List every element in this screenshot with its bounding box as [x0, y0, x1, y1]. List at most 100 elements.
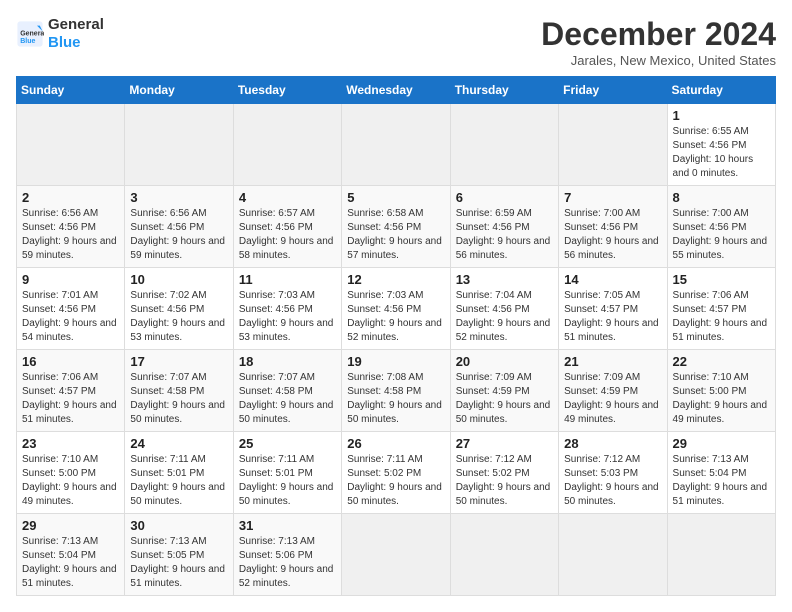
day-info: Sunrise: 7:11 AMSunset: 5:01 PMDaylight:… — [130, 453, 227, 509]
calendar-cell: 27Sunrise: 7:12 AMSunset: 5:02 PMDayligh… — [450, 432, 558, 514]
calendar-cell: 22Sunrise: 7:10 AMSunset: 5:00 PMDayligh… — [667, 350, 775, 432]
calendar-cell — [17, 104, 125, 186]
day-info: Sunrise: 7:04 AMSunset: 4:56 PMDaylight:… — [456, 289, 553, 345]
calendar-cell: 29Sunrise: 7:13 AMSunset: 5:04 PMDayligh… — [17, 514, 125, 596]
calendar-cell: 3Sunrise: 6:56 AMSunset: 4:56 PMDaylight… — [125, 186, 233, 268]
day-number: 10 — [130, 272, 227, 287]
header-saturday: Saturday — [667, 77, 775, 104]
day-number: 25 — [239, 436, 336, 451]
week-row-4: 23 Sunrise: 7:10 AMSunset: 5:00 PMDayligh… — [17, 432, 776, 514]
day-number: 14 — [564, 272, 661, 287]
calendar-cell: 24 Sunrise: 7:11 AMSunset: 5:01 PMDayligh… — [125, 432, 233, 514]
day-number: 6 — [456, 190, 553, 205]
header-sunday: Sunday — [17, 77, 125, 104]
day-number: 30 — [130, 518, 227, 533]
day-number: 16 — [22, 354, 119, 369]
day-number: 8 — [673, 190, 770, 205]
day-info: Sunrise: 7:06 AMSunset: 4:57 PMDaylight:… — [22, 371, 119, 427]
calendar-cell: 17 Sunrise: 7:07 AMSunset: 4:58 PMDayligh… — [125, 350, 233, 432]
day-number: 29 — [22, 518, 119, 533]
day-number: 28 — [564, 436, 661, 451]
calendar-cell: 25Sunrise: 7:11 AMSunset: 5:01 PMDayligh… — [233, 432, 341, 514]
calendar-cell: 29 Sunrise: 7:13 AMSunset: 5:04 PMDayligh… — [667, 432, 775, 514]
day-number: 4 — [239, 190, 336, 205]
day-info: Sunrise: 6:57 AMSunset: 4:56 PMDaylight:… — [239, 207, 336, 263]
calendar-cell: 16 Sunrise: 7:06 AMSunset: 4:57 PMDayligh… — [17, 350, 125, 432]
day-number: 15 — [673, 272, 770, 287]
calendar-table: Sunday Monday Tuesday Wednesday Thursday… — [16, 76, 776, 596]
day-info: Sunrise: 7:06 AMSunset: 4:57 PMDaylight:… — [673, 289, 770, 345]
calendar-cell: 13 Sunrise: 7:04 AMSunset: 4:56 PMDayligh… — [450, 268, 558, 350]
calendar-cell: 6Sunrise: 6:59 AMSunset: 4:56 PMDaylight… — [450, 186, 558, 268]
day-number: 19 — [347, 354, 444, 369]
day-number: 21 — [564, 354, 661, 369]
day-info: Sunrise: 7:07 AMSunset: 4:58 PMDaylight:… — [239, 371, 336, 427]
calendar-cell: 20 Sunrise: 7:09 AMSunset: 4:59 PMDayligh… — [450, 350, 558, 432]
calendar-cell: 26Sunrise: 7:11 AMSunset: 5:02 PMDayligh… — [342, 432, 450, 514]
calendar-cell — [667, 514, 775, 596]
calendar-body: 1 Sunrise: 6:55 AMSunset: 4:56 PMDaylight… — [17, 104, 776, 596]
day-number: 13 — [456, 272, 553, 287]
day-number: 11 — [239, 272, 336, 287]
day-number: 2 — [22, 190, 119, 205]
day-info: Sunrise: 7:10 AMSunset: 5:00 PMDaylight:… — [673, 371, 770, 427]
calendar-cell — [342, 514, 450, 596]
day-info: Sunrise: 7:07 AMSunset: 4:58 PMDaylight:… — [130, 371, 227, 427]
day-info: Sunrise: 6:55 AMSunset: 4:56 PMDaylight:… — [673, 125, 770, 181]
day-info: Sunrise: 7:13 AMSunset: 5:04 PMDaylight:… — [673, 453, 770, 509]
day-number: 31 — [239, 518, 336, 533]
day-number: 24 — [130, 436, 227, 451]
day-info: Sunrise: 7:00 AMSunset: 4:56 PMDaylight:… — [564, 207, 661, 263]
logo-line2: Blue — [48, 34, 104, 52]
calendar-cell: 21 Sunrise: 7:09 AMSunset: 4:59 PMDayligh… — [559, 350, 667, 432]
location: Jarales, New Mexico, United States — [541, 53, 776, 68]
calendar-cell: 30 Sunrise: 7:13 AMSunset: 5:05 PMDayligh… — [125, 514, 233, 596]
header-monday: Monday — [125, 77, 233, 104]
calendar-cell: 1 Sunrise: 6:55 AMSunset: 4:56 PMDaylight… — [667, 104, 775, 186]
calendar-cell: 9Sunrise: 7:01 AMSunset: 4:56 PMDaylight… — [17, 268, 125, 350]
calendar-cell — [233, 104, 341, 186]
title-area: December 2024 Jarales, New Mexico, Unite… — [541, 16, 776, 68]
calendar-cell — [342, 104, 450, 186]
svg-text:Blue: Blue — [20, 38, 35, 45]
month-title: December 2024 — [541, 16, 776, 53]
day-info: Sunrise: 7:09 AMSunset: 4:59 PMDaylight:… — [456, 371, 553, 427]
week-row-1: 2 Sunrise: 6:56 AMSunset: 4:56 PMDaylight… — [17, 186, 776, 268]
day-info: Sunrise: 6:58 AMSunset: 4:56 PMDaylight:… — [347, 207, 444, 263]
header-row: Sunday Monday Tuesday Wednesday Thursday… — [17, 77, 776, 104]
logo: General Blue General Blue — [16, 16, 104, 52]
week-row-5: 29Sunrise: 7:13 AMSunset: 5:04 PMDayligh… — [17, 514, 776, 596]
day-info: Sunrise: 7:12 AMSunset: 5:02 PMDaylight:… — [456, 453, 553, 509]
calendar-cell — [450, 104, 558, 186]
day-info: Sunrise: 7:09 AMSunset: 4:59 PMDaylight:… — [564, 371, 661, 427]
calendar-cell: 12Sunrise: 7:03 AMSunset: 4:56 PMDayligh… — [342, 268, 450, 350]
day-info: Sunrise: 6:56 AMSunset: 4:56 PMDaylight:… — [22, 207, 119, 263]
logo-icon: General Blue — [16, 20, 44, 48]
day-info: Sunrise: 7:10 AMSunset: 5:00 PMDaylight:… — [22, 453, 119, 509]
calendar-cell: 10 Sunrise: 7:02 AMSunset: 4:56 PMDayligh… — [125, 268, 233, 350]
day-info: Sunrise: 7:00 AMSunset: 4:56 PMDaylight:… — [673, 207, 770, 263]
header-wednesday: Wednesday — [342, 77, 450, 104]
day-number: 23 — [22, 436, 119, 451]
calendar-cell: 14Sunrise: 7:05 AMSunset: 4:57 PMDayligh… — [559, 268, 667, 350]
day-info: Sunrise: 7:13 AMSunset: 5:05 PMDaylight:… — [130, 535, 227, 591]
day-info: Sunrise: 7:02 AMSunset: 4:56 PMDaylight:… — [130, 289, 227, 345]
calendar-cell — [559, 104, 667, 186]
page-header: General Blue General Blue December 2024 … — [16, 16, 776, 68]
calendar-cell: 4 Sunrise: 6:57 AMSunset: 4:56 PMDaylight… — [233, 186, 341, 268]
day-number: 20 — [456, 354, 553, 369]
week-row-3: 16 Sunrise: 7:06 AMSunset: 4:57 PMDayligh… — [17, 350, 776, 432]
header-tuesday: Tuesday — [233, 77, 341, 104]
calendar-cell: 11Sunrise: 7:03 AMSunset: 4:56 PMDayligh… — [233, 268, 341, 350]
calendar-cell: 5Sunrise: 6:58 AMSunset: 4:56 PMDaylight… — [342, 186, 450, 268]
calendar-cell: 31 Sunrise: 7:13 AMSunset: 5:06 PMDayligh… — [233, 514, 341, 596]
day-info: Sunrise: 7:03 AMSunset: 4:56 PMDaylight:… — [347, 289, 444, 345]
day-number: 29 — [673, 436, 770, 451]
day-info: Sunrise: 7:13 AMSunset: 5:06 PMDaylight:… — [239, 535, 336, 591]
day-number: 1 — [673, 108, 770, 123]
calendar-cell: 15 Sunrise: 7:06 AMSunset: 4:57 PMDayligh… — [667, 268, 775, 350]
day-number: 3 — [130, 190, 227, 205]
day-number: 17 — [130, 354, 227, 369]
header-thursday: Thursday — [450, 77, 558, 104]
calendar-cell — [559, 514, 667, 596]
